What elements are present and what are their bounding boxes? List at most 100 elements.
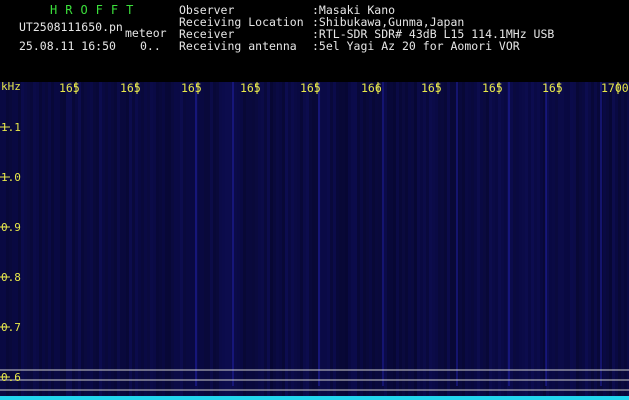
noise-column	[30, 82, 33, 400]
noise-column	[453, 82, 456, 400]
noise-column	[513, 82, 516, 400]
noise-column	[339, 82, 342, 400]
noise-column	[237, 82, 240, 400]
noise-column	[522, 82, 525, 400]
noise-column	[588, 82, 591, 400]
noise-column	[474, 82, 477, 400]
noise-column	[447, 82, 450, 400]
noise-column	[525, 82, 528, 400]
noise-column	[483, 82, 486, 400]
noise-column	[90, 82, 93, 400]
noise-column	[576, 82, 579, 400]
noise-column	[309, 82, 312, 400]
noise-column	[111, 82, 114, 400]
signal-streak	[600, 82, 602, 386]
count-label: 0..	[140, 39, 161, 53]
noise-column	[132, 82, 135, 400]
noise-column	[324, 82, 327, 400]
noise-column	[198, 82, 201, 400]
noise-column	[393, 82, 396, 400]
noise-column	[480, 82, 483, 400]
noise-column	[582, 82, 585, 400]
noise-column	[162, 82, 165, 400]
noise-column	[390, 82, 393, 400]
y-tick-label: 1.0	[1, 171, 21, 184]
noise-column	[105, 82, 108, 400]
noise-column	[477, 82, 480, 400]
noise-column	[33, 82, 36, 400]
noise-column	[378, 82, 381, 400]
noise-column	[552, 82, 555, 400]
noise-column	[606, 82, 609, 400]
noise-column	[291, 82, 294, 400]
noise-column	[420, 82, 423, 400]
noise-column	[258, 82, 261, 400]
noise-column	[24, 82, 27, 400]
noise-column	[180, 82, 183, 400]
noise-column	[516, 82, 519, 400]
noise-column	[39, 82, 42, 400]
noise-column	[252, 82, 255, 400]
noise-column	[411, 82, 414, 400]
noise-column	[93, 82, 96, 400]
noise-column	[249, 82, 252, 400]
noise-column	[345, 82, 348, 400]
noise-column	[612, 82, 615, 400]
noise-column	[186, 82, 189, 400]
noise-column	[372, 82, 375, 400]
y-tick-label: 0.7	[1, 321, 21, 334]
noise-column	[213, 82, 216, 400]
noise-column	[87, 82, 90, 400]
noise-column	[363, 82, 366, 400]
x-tick-label: 165	[482, 82, 503, 95]
noise-column	[297, 82, 300, 400]
noise-column	[555, 82, 558, 400]
noise-column	[153, 82, 156, 400]
noise-column	[273, 82, 276, 400]
noise-column	[84, 82, 87, 400]
noise-column	[117, 82, 120, 400]
noise-column	[45, 82, 48, 400]
info-label-antenna: Receiving antenna	[179, 39, 297, 53]
noise-column	[459, 82, 462, 400]
noise-column	[114, 82, 117, 400]
noise-column	[138, 82, 141, 400]
noise-column	[129, 82, 132, 400]
noise-column	[351, 82, 354, 400]
timestamp-label: 25.08.11 16:50	[19, 39, 116, 53]
file-type-label: meteor	[125, 26, 167, 40]
noise-column	[63, 82, 66, 400]
noise-column	[375, 82, 378, 400]
noise-column	[183, 82, 186, 400]
noise-column	[498, 82, 501, 400]
noise-column	[471, 82, 474, 400]
noise-column	[504, 82, 507, 400]
x-tick-label: 165	[59, 82, 80, 95]
noise-column	[174, 82, 177, 400]
noise-column	[609, 82, 612, 400]
y-tick-label: 0.9	[1, 221, 21, 234]
noise-column	[366, 82, 369, 400]
noise-column	[264, 82, 267, 400]
noise-column	[537, 82, 540, 400]
noise-column	[462, 82, 465, 400]
noise-column	[150, 82, 153, 400]
noise-column	[321, 82, 324, 400]
noise-column	[435, 82, 438, 400]
noise-column	[348, 82, 351, 400]
noise-column	[489, 82, 492, 400]
noise-column	[357, 82, 360, 400]
noise-column	[204, 82, 207, 400]
noise-column	[282, 82, 285, 400]
noise-column	[618, 82, 621, 400]
x-tick-label: 165	[120, 82, 141, 95]
y-tick-label: 1.1	[1, 121, 21, 134]
noise-column	[276, 82, 279, 400]
noise-column	[285, 82, 288, 400]
noise-column	[219, 82, 222, 400]
noise-column	[528, 82, 531, 400]
noise-column	[102, 82, 105, 400]
noise-column	[69, 82, 72, 400]
noise-column	[615, 82, 618, 400]
noise-column	[294, 82, 297, 400]
